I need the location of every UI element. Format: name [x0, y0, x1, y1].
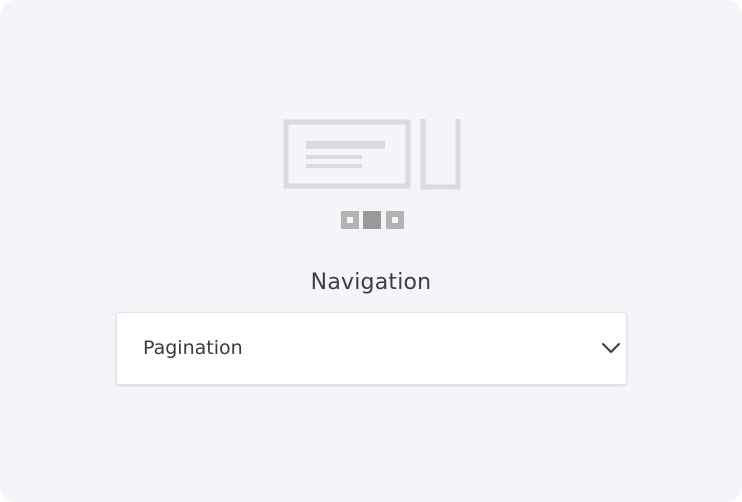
navigation-select-value: Pagination [143, 337, 243, 359]
pager-square-active-shape [363, 211, 381, 229]
chevron-down-icon [602, 343, 620, 353]
next-panel-shape [420, 119, 461, 190]
settings-card: Navigation Pagination [0, 0, 742, 502]
navigation-select[interactable]: Pagination [116, 312, 627, 385]
text-line-shape [306, 141, 385, 149]
text-line-shape [306, 155, 362, 159]
content-panel-shape [283, 119, 411, 189]
text-line-shape [306, 164, 362, 168]
navigation-label: Navigation [310, 270, 432, 295]
pagination-illustration-icon [283, 119, 461, 229]
